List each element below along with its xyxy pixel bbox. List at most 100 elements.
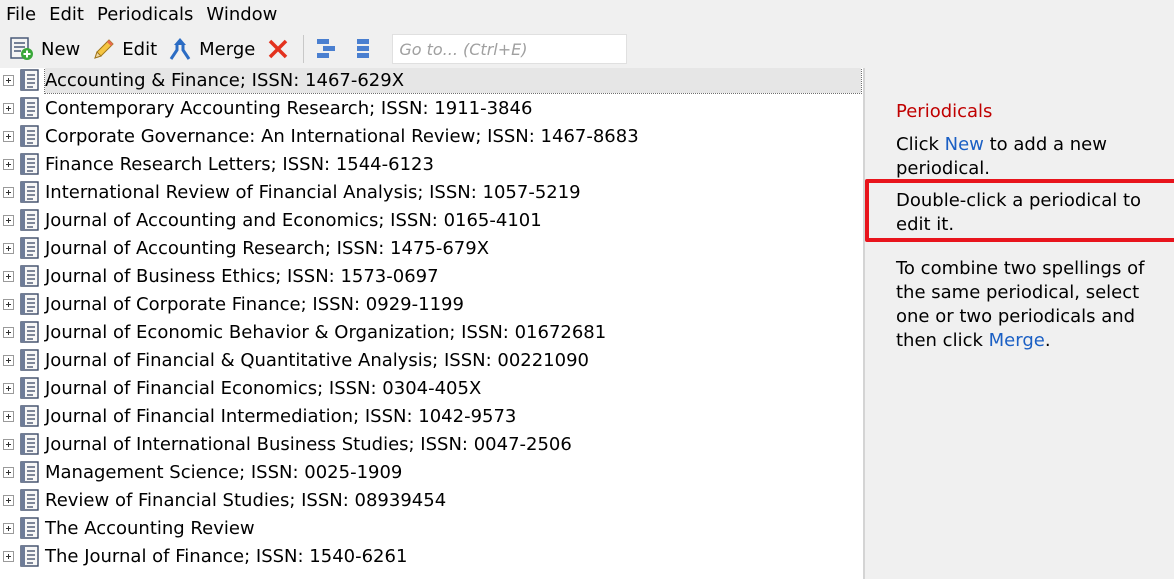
goto-field[interactable] xyxy=(392,34,628,64)
expand-plus-icon[interactable] xyxy=(3,298,14,310)
periodical-row[interactable]: Review of Financial Studies; ISSN: 08939… xyxy=(0,486,861,514)
menu-window[interactable]: Window xyxy=(206,1,277,29)
help-merge-link[interactable]: Merge xyxy=(989,330,1045,351)
periodical-row[interactable]: Finance Research Letters; ISSN: 1544-612… xyxy=(0,150,861,178)
periodical-row-label-box: International Review of Financial Analys… xyxy=(45,179,861,205)
periodical-row[interactable]: Journal of Accounting Research; ISSN: 14… xyxy=(0,234,861,262)
periodical-document-icon xyxy=(19,265,41,287)
goto-input[interactable] xyxy=(399,39,627,59)
periodical-row[interactable]: Management Science; ISSN: 0025-1909 xyxy=(0,458,861,486)
periodical-row[interactable]: Accounting & Finance; ISSN: 1467-629X xyxy=(0,68,862,94)
toolbar-separator xyxy=(303,35,305,63)
expand-all-icon xyxy=(314,36,340,62)
periodicals-list[interactable]: Accounting & Finance; ISSN: 1467-629X Con… xyxy=(0,68,863,579)
delete-button[interactable] xyxy=(261,34,295,64)
expand-plus-icon[interactable] xyxy=(3,550,14,562)
periodical-document-icon xyxy=(19,545,41,567)
periodical-title: International Review of Financial Analys… xyxy=(45,181,581,203)
periodical-title: The Journal of Finance; ISSN: 1540-6261 xyxy=(45,545,408,567)
periodical-title: Journal of Financial & Quantitative Anal… xyxy=(45,349,589,371)
merge-button[interactable]: Merge xyxy=(163,34,259,64)
periodical-document-icon xyxy=(19,97,41,119)
edit-button[interactable]: Edit xyxy=(86,34,161,64)
periodical-document-icon xyxy=(19,153,41,175)
expand-plus-icon[interactable] xyxy=(3,214,14,226)
periodical-row-label-box: Review of Financial Studies; ISSN: 08939… xyxy=(45,487,861,513)
periodical-row[interactable]: Journal of Business Ethics; ISSN: 1573-0… xyxy=(0,262,861,290)
periodical-row-label-box: Journal of Accounting Research; ISSN: 14… xyxy=(45,235,861,261)
help-title: Periodicals xyxy=(896,101,993,122)
periodical-row[interactable]: Journal of Financial Economics; ISSN: 03… xyxy=(0,374,861,402)
periodical-title: Finance Research Letters; ISSN: 1544-612… xyxy=(45,153,434,175)
periodical-title: Journal of Corporate Finance; ISSN: 0929… xyxy=(45,293,464,315)
periodical-row-label-box: Corporate Governance: An International R… xyxy=(45,123,861,149)
periodical-row-label-box: Journal of Economic Behavior & Organizat… xyxy=(45,319,861,345)
expand-all-button[interactable] xyxy=(310,34,344,64)
periodical-document-icon xyxy=(19,209,41,231)
periodical-row[interactable]: Journal of Financial Intermediation; ISS… xyxy=(0,402,861,430)
new-button[interactable]: New xyxy=(5,34,84,64)
periodical-document-icon xyxy=(19,405,41,427)
collapse-all-button[interactable] xyxy=(346,34,380,64)
expand-plus-icon[interactable] xyxy=(3,438,14,450)
periodical-row-label-box: Journal of Business Ethics; ISSN: 1573-0… xyxy=(45,263,861,289)
expand-plus-icon[interactable] xyxy=(3,270,14,282)
periodical-row[interactable]: Journal of Accounting and Economics; ISS… xyxy=(0,206,861,234)
periodical-row-label-box: Journal of Accounting and Economics; ISS… xyxy=(45,207,861,233)
periodical-row[interactable]: International Review of Financial Analys… xyxy=(0,178,861,206)
expand-plus-icon[interactable] xyxy=(3,410,14,422)
periodical-row[interactable]: Journal of International Business Studie… xyxy=(0,430,861,458)
highlight-annotation-box xyxy=(865,179,1174,242)
periodical-title: Journal of Economic Behavior & Organizat… xyxy=(45,321,607,343)
collapse-all-icon xyxy=(350,36,376,62)
periodical-row[interactable]: The Journal of Finance; ISSN: 1540-6261 xyxy=(0,542,861,570)
merge-icon xyxy=(167,36,193,62)
periodical-row[interactable]: Journal of Financial & Quantitative Anal… xyxy=(0,346,861,374)
periodical-document-icon xyxy=(19,517,41,539)
expand-plus-icon[interactable] xyxy=(3,158,14,170)
menu-file[interactable]: File xyxy=(6,1,36,29)
periodical-title: Journal of Financial Intermediation; ISS… xyxy=(45,405,517,427)
expand-plus-icon[interactable] xyxy=(3,354,14,366)
menu-edit[interactable]: Edit xyxy=(49,1,84,29)
periodical-document-icon xyxy=(19,349,41,371)
expand-plus-icon[interactable] xyxy=(3,326,14,338)
expand-plus-icon[interactable] xyxy=(3,74,14,86)
periodical-row-label-box: Journal of Financial Economics; ISSN: 03… xyxy=(45,375,861,401)
help-merge-instruction: To combine two spellings of the same per… xyxy=(896,257,1158,353)
expand-plus-icon[interactable] xyxy=(3,382,14,394)
help-new-link[interactable]: New xyxy=(945,134,984,155)
expand-plus-icon[interactable] xyxy=(3,186,14,198)
toolbar: New Edit Merge xyxy=(0,30,1174,68)
expand-plus-icon[interactable] xyxy=(3,494,14,506)
periodical-row[interactable]: Contemporary Accounting Research; ISSN: … xyxy=(0,94,861,122)
periodical-row-label-box: Contemporary Accounting Research; ISSN: … xyxy=(45,95,861,121)
periodical-row[interactable]: Journal of Economic Behavior & Organizat… xyxy=(0,318,861,346)
expand-plus-icon[interactable] xyxy=(3,242,14,254)
expand-plus-icon[interactable] xyxy=(3,130,14,142)
menu-periodicals[interactable]: Periodicals xyxy=(97,1,193,29)
periodical-document-icon xyxy=(19,461,41,483)
periodical-title: Journal of Business Ethics; ISSN: 1573-0… xyxy=(45,265,439,287)
periodical-row-label-box: Management Science; ISSN: 0025-1909 xyxy=(45,459,861,485)
periodical-row-label-box: Accounting & Finance; ISSN: 1467-629X xyxy=(44,68,862,94)
expand-plus-icon[interactable] xyxy=(3,102,14,114)
expand-plus-icon[interactable] xyxy=(3,466,14,478)
periodical-row[interactable]: Journal of Corporate Finance; ISSN: 0929… xyxy=(0,290,861,318)
expand-plus-icon[interactable] xyxy=(3,522,14,534)
periodical-row-label-box: Journal of Financial Intermediation; ISS… xyxy=(45,403,861,429)
periodical-title: Journal of Accounting Research; ISSN: 14… xyxy=(45,237,490,259)
periodical-document-icon xyxy=(19,489,41,511)
periodical-document-icon xyxy=(19,321,41,343)
periodical-title: Accounting & Finance; ISSN: 1467-629X xyxy=(45,69,405,91)
help-merge-suffix: . xyxy=(1044,330,1051,351)
periodical-row[interactable]: The Accounting Review xyxy=(0,514,861,542)
periodical-row-label-box: Journal of Financial & Quantitative Anal… xyxy=(45,347,861,373)
periodical-document-icon xyxy=(19,433,41,455)
periodical-title: The Accounting Review xyxy=(45,517,255,539)
periodical-title: Review of Financial Studies; ISSN: 08939… xyxy=(45,489,447,511)
periodical-row[interactable]: Corporate Governance: An International R… xyxy=(0,122,861,150)
periodical-row-label-box: Journal of Corporate Finance; ISSN: 0929… xyxy=(45,291,861,317)
periodical-row-label-box: Finance Research Letters; ISSN: 1544-612… xyxy=(45,151,861,177)
periodical-document-icon xyxy=(19,377,41,399)
